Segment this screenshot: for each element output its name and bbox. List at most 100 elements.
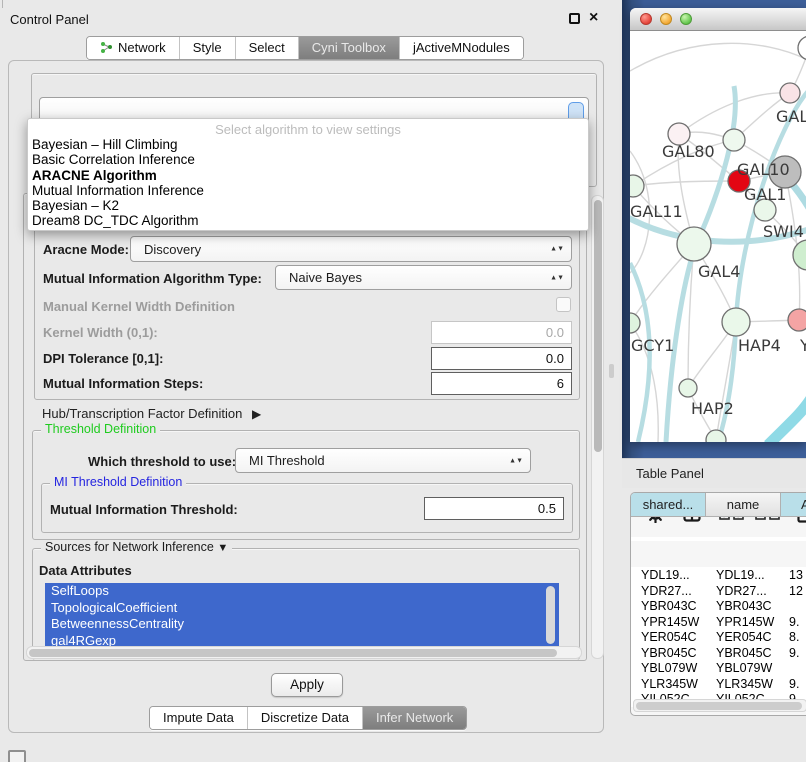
algorithm-dropdown-popup: Select algorithm to view settings Bayesi…	[27, 118, 589, 231]
node-label: HAP2	[691, 399, 734, 418]
which-threshold-label: Which threshold to use:	[88, 454, 236, 469]
dropdown-item-aracne[interactable]: ARACNE Algorithm	[28, 168, 588, 183]
tab-select[interactable]: Select	[235, 37, 298, 59]
network-canvas[interactable]: GAL GAL80 GAL10 GAL1 GAL11 SWI4 GAL4 GCY…	[630, 31, 806, 442]
column-header-partial[interactable]: A	[781, 493, 806, 517]
node-gal4[interactable]	[677, 227, 711, 261]
node-label: GAL80	[662, 142, 715, 161]
node-gal-pink[interactable]	[780, 83, 800, 103]
tab-cyni-toolbox[interactable]: Cyni Toolbox	[298, 37, 399, 59]
column-header-shared-name[interactable]: shared...	[631, 493, 706, 517]
dropdown-item[interactable]: Bayesian – Hill Climbing	[28, 137, 588, 152]
list-item[interactable]: SelfLoops	[45, 583, 559, 600]
cyni-algorithm-settings-group: Cyni Algorithm Settings Algorithm Defini…	[23, 193, 587, 661]
divider-fragment	[2, 0, 3, 8]
aracne-mode-combobox[interactable]: Discovery ▲▼	[130, 236, 572, 262]
table-cell[interactable]: YDL19...	[706, 567, 781, 583]
mi-threshold-group: MI Threshold Definition Mutual Informati…	[41, 483, 573, 533]
float-window-icon[interactable]	[569, 13, 580, 24]
node-hap4[interactable]	[722, 308, 750, 336]
dropdown-item[interactable]: Bayesian – K2	[28, 198, 588, 213]
which-threshold-combobox[interactable]: MI Threshold ▲▼	[235, 448, 531, 473]
table-cell[interactable]: 9.	[781, 645, 806, 661]
dropdown-item[interactable]: Dream8 DC_TDC Algorithm	[28, 213, 588, 228]
collapsed-panel-icon[interactable]	[8, 750, 26, 762]
manual-kernel-label: Manual Kernel Width Definition	[43, 299, 235, 314]
node-label: HAP4	[738, 336, 781, 355]
table-cell[interactable]: YER054C	[706, 629, 781, 645]
aracne-mode-label: Aracne Mode:	[43, 242, 129, 257]
dropdown-hint: Select algorithm to view settings	[28, 119, 588, 137]
table-cell[interactable]: 9.	[781, 614, 806, 630]
close-icon[interactable]: ×	[589, 12, 598, 24]
dropdown-item[interactable]: Mutual Information Inference	[28, 183, 588, 198]
table-cell[interactable]: YLR345W	[706, 676, 781, 692]
close-traffic-icon[interactable]	[640, 13, 652, 25]
dpi-tolerance-field[interactable]: 0.0	[431, 347, 572, 370]
mi-threshold-field[interactable]: 0.5	[424, 497, 564, 520]
collapse-down-icon: ▼	[217, 542, 228, 554]
tab-jactivemnodules[interactable]: jActiveMNodules	[399, 37, 523, 59]
table-cell[interactable]: YDR27...	[631, 583, 706, 599]
node-label: GAL10	[737, 160, 790, 179]
panel-splitter-handle[interactable]	[609, 364, 614, 378]
node-label: SWI4	[763, 222, 804, 241]
horizontal-scrollbar[interactable]	[26, 646, 582, 659]
table-cell[interactable]: 9.	[781, 676, 806, 692]
zoom-traffic-icon[interactable]	[680, 13, 692, 25]
table-cell[interactable]	[781, 660, 806, 676]
table-cell[interactable]: 8.	[781, 629, 806, 645]
table-cell[interactable]: YBR045C	[706, 645, 781, 661]
network-window-titlebar[interactable]	[630, 8, 806, 31]
tab-impute-data[interactable]: Impute Data	[150, 707, 247, 729]
table-cell[interactable]: YBR043C	[631, 598, 706, 614]
table-cell[interactable]: 13	[781, 567, 806, 583]
control-panel-title: Control Panel	[10, 12, 89, 27]
node-gcy1[interactable]	[630, 313, 640, 333]
table-cell[interactable]: YBR045C	[631, 645, 706, 661]
table-cell[interactable]: YLR345W	[631, 676, 706, 692]
kernel-width-field[interactable]: 0.0	[431, 321, 572, 344]
list-item[interactable]: TopologicalCoefficient	[45, 600, 559, 617]
tab-style[interactable]: Style	[179, 37, 235, 59]
list-item[interactable]: BetweennessCentrality	[45, 616, 559, 633]
node-salmon[interactable]	[788, 309, 806, 331]
settings-vertical-scrollbar[interactable]	[591, 195, 604, 659]
table-cell[interactable]: YPR145W	[631, 614, 706, 630]
manual-kernel-checkbox[interactable]	[556, 297, 571, 312]
dropdown-item[interactable]: Basic Correlation Inference	[28, 152, 588, 167]
table-cell[interactable]: YBR043C	[706, 598, 781, 614]
table-cell[interactable]: YBL079W	[631, 660, 706, 676]
combo-arrows-icon: ▲▼	[509, 458, 523, 463]
table-cell[interactable]	[781, 598, 806, 614]
table-cell[interactable]: YDL19...	[631, 567, 706, 583]
node-gal10[interactable]	[723, 129, 745, 151]
minimize-traffic-icon[interactable]	[660, 13, 672, 25]
node-label: GAL11	[630, 202, 683, 221]
table-cell[interactable]: YER054C	[631, 629, 706, 645]
tab-network[interactable]: Network	[87, 37, 179, 59]
node-gal11[interactable]	[630, 175, 644, 197]
sources-group-title[interactable]: Sources for Network Inference ▼	[41, 540, 232, 554]
table-panel-titlebar: Table Panel	[622, 458, 806, 488]
list-scrollbar[interactable]	[546, 586, 555, 644]
column-header-name[interactable]: name	[706, 493, 781, 517]
tab-discretize-data[interactable]: Discretize Data	[247, 707, 362, 729]
node-hap2[interactable]	[679, 379, 697, 397]
data-attributes-list[interactable]: SelfLoops TopologicalCoefficient Between…	[45, 583, 559, 649]
table-cell[interactable]: YBL079W	[706, 660, 781, 676]
mi-steps-field[interactable]: 6	[431, 372, 572, 395]
cyni-toolbox-panel: galFiltered.sif default node ▲▼ Select a…	[8, 60, 604, 733]
node-right-green[interactable]	[793, 240, 806, 270]
apply-button[interactable]: Apply	[271, 673, 343, 697]
mi-type-combobox[interactable]: Naive Bayes ▲▼	[275, 265, 572, 290]
hub-definition-toggle[interactable]: Hub/Transcription Factor Definition ▶	[42, 406, 261, 421]
control-panel-tabs: Network Style Select Cyni Toolbox jActiv…	[86, 36, 524, 60]
table-cell[interactable]: 12	[781, 583, 806, 599]
node-label: GAL1	[744, 185, 786, 204]
table-cell[interactable]: YPR145W	[706, 614, 781, 630]
table-cell[interactable]: YDR27...	[706, 583, 781, 599]
table-window: shared... name A YDL19... YDL19... 13 YD…	[630, 492, 806, 716]
table-horizontal-scrollbar[interactable]	[633, 699, 806, 712]
tab-infer-network[interactable]: Infer Network	[362, 707, 466, 729]
